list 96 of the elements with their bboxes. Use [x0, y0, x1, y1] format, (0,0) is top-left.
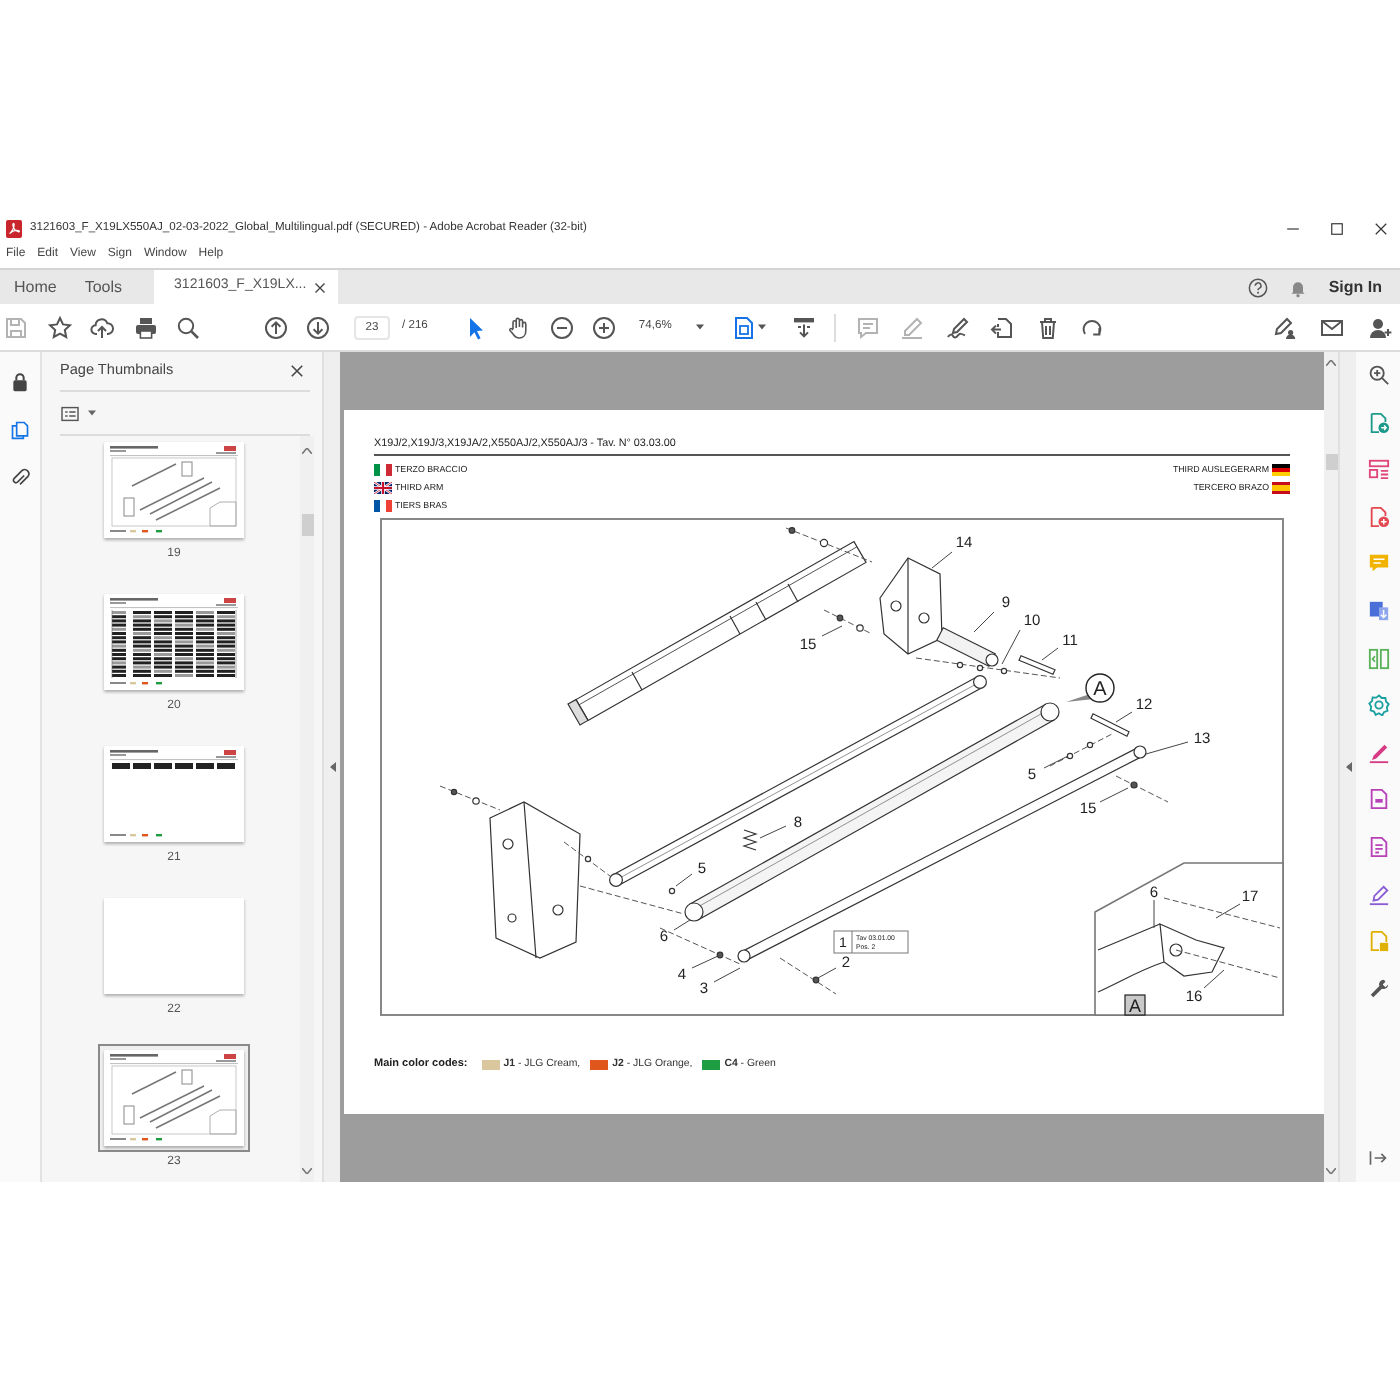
mail-icon[interactable]	[1320, 315, 1344, 339]
bolt-drawing	[1049, 733, 1113, 767]
tab[interactable]: Tools	[70, 270, 137, 304]
leader-line	[973, 611, 995, 633]
close-icon[interactable]	[1374, 222, 1388, 236]
hydraulic-cylinder	[936, 627, 999, 667]
pages-icon[interactable]	[10, 420, 30, 440]
pdf-file-icon	[6, 220, 22, 238]
inset-label: A	[1124, 994, 1146, 1016]
maximize-icon[interactable]	[1330, 222, 1344, 236]
german-flag-icon	[1272, 463, 1290, 475]
document-export-icon[interactable]	[1367, 411, 1389, 434]
document-lines-icon[interactable]	[1367, 835, 1389, 858]
caret-icon[interactable]	[88, 410, 96, 416]
leader-line	[673, 919, 691, 931]
zoom-out-icon[interactable]	[549, 315, 574, 339]
leader-line	[1203, 969, 1225, 989]
collapse-arrow-icon[interactable]	[329, 762, 335, 772]
bracket-plate	[879, 557, 943, 655]
printer-icon[interactable]	[133, 315, 157, 339]
arrow-down-circle-icon[interactable]	[306, 315, 330, 339]
signature-pen-icon[interactable]	[1367, 883, 1389, 906]
collapse-arrow-icon[interactable]	[1345, 762, 1351, 772]
document-icon[interactable]	[1367, 788, 1389, 811]
minimize-icon[interactable]	[1286, 222, 1300, 236]
document-download-icon[interactable]	[1367, 599, 1389, 622]
star-icon[interactable]	[47, 315, 71, 339]
caret-icon[interactable]	[757, 324, 766, 330]
pen-signature-icon[interactable]	[945, 315, 970, 339]
lock-icon[interactable]	[10, 372, 30, 392]
add-person-icon[interactable]	[1368, 315, 1392, 339]
leader-line	[817, 967, 837, 979]
page-thumbnail[interactable]	[104, 594, 244, 690]
leader-line	[1215, 903, 1241, 919]
pen-icon[interactable]	[1367, 741, 1389, 764]
scroll-mode-icon[interactable]	[791, 315, 816, 339]
spanish-flag-icon	[1272, 481, 1290, 493]
pen-person-icon[interactable]	[1272, 315, 1296, 339]
bolt-drawing	[579, 885, 685, 915]
scroll-down-icon[interactable]	[1326, 1168, 1336, 1174]
document-plus-icon[interactable]	[1367, 505, 1389, 528]
expand-panel-icon[interactable]	[1368, 1148, 1388, 1168]
zoom-in-icon[interactable]	[592, 315, 617, 339]
leader-line	[1099, 787, 1129, 803]
bell-icon[interactable]	[1288, 277, 1309, 297]
hand-icon[interactable]	[506, 315, 531, 339]
bolt-drawing	[779, 957, 837, 995]
scroll-up-icon[interactable]	[1326, 360, 1336, 366]
leader-line	[821, 625, 843, 637]
tab[interactable]: Home	[0, 270, 71, 304]
wrench-icon[interactable]	[1367, 977, 1389, 1000]
scrollbar-thumb[interactable]	[301, 514, 313, 536]
leader-line	[1115, 711, 1133, 723]
leader-line	[759, 825, 787, 839]
close-icon[interactable]	[314, 281, 327, 293]
leader-line	[1043, 755, 1069, 769]
close-icon[interactable]	[290, 364, 304, 378]
british-flag-icon	[374, 481, 392, 493]
bolt-drawing	[439, 785, 501, 811]
paperclip-icon[interactable]	[10, 468, 30, 488]
trash-icon[interactable]	[1035, 315, 1060, 339]
page-thumbnail[interactable]	[104, 898, 244, 994]
bolt-drawing	[823, 609, 873, 635]
bolt-drawing	[659, 927, 741, 965]
page-thumbnail[interactable]	[104, 442, 244, 538]
arrow-up-circle-icon[interactable]	[264, 315, 288, 339]
pin	[1090, 713, 1130, 737]
scrollbar-thumb[interactable]	[1325, 454, 1337, 470]
bolt-drawing	[1115, 775, 1169, 803]
fit-page-icon[interactable]	[731, 315, 756, 339]
leader-line	[675, 873, 693, 887]
document-arrow-icon[interactable]	[990, 315, 1015, 339]
scroll-down-icon[interactable]	[302, 1168, 312, 1174]
page-thumbnail[interactable]	[104, 746, 244, 842]
rotate-icon[interactable]	[1080, 315, 1105, 339]
sign-in-link[interactable]: Sign In	[1328, 277, 1382, 297]
french-flag-icon	[374, 499, 392, 511]
leader-line	[1145, 741, 1189, 755]
leader-line	[1041, 647, 1059, 661]
leader-line	[1153, 899, 1155, 929]
help-icon[interactable]	[1248, 277, 1269, 297]
bolt-drawing	[785, 527, 873, 563]
caret-icon	[695, 323, 704, 330]
layout-grid-icon[interactable]	[1367, 458, 1389, 481]
zoom-in-icon[interactable]	[1367, 364, 1389, 386]
bolt-drawing	[563, 841, 611, 877]
list-options-icon[interactable]	[60, 405, 80, 421]
spring	[742, 829, 758, 851]
search-icon[interactable]	[176, 315, 200, 339]
leader-line	[931, 551, 953, 569]
badge-icon[interactable]	[1367, 694, 1389, 717]
scroll-up-icon[interactable]	[302, 448, 312, 454]
leader-line	[1001, 629, 1021, 665]
italian-flag-icon	[374, 463, 392, 475]
cloud-upload-icon[interactable]	[90, 315, 114, 339]
pin	[1018, 655, 1056, 675]
